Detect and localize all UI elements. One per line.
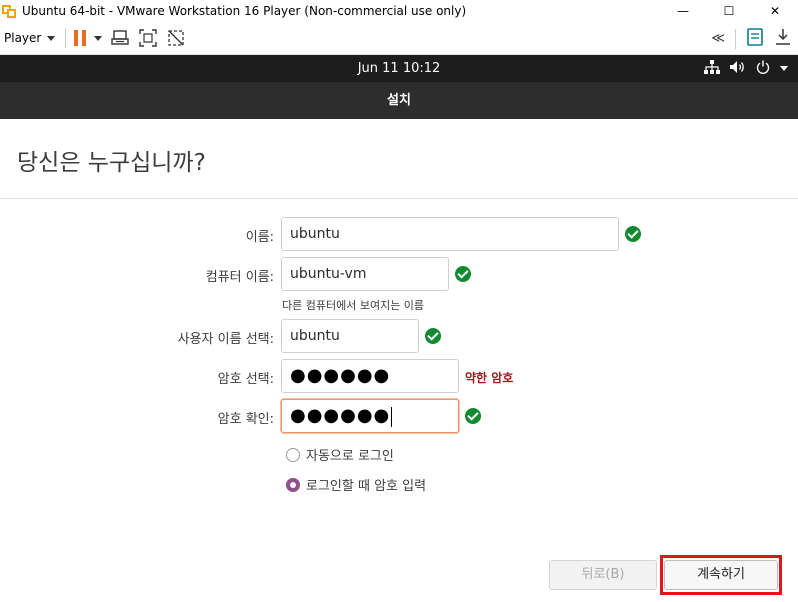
confirm-password-label: 암호 확인: [217,412,274,427]
unity-icon[interactable] [166,28,186,48]
password-label: 암호 선택: [217,372,274,387]
vmware-app-icon [2,3,18,19]
require-password-label: 로그인할 때 암호 입력 [306,479,427,494]
confirm-password-input[interactable]: ●●●●●● [281,399,459,433]
player-menu-label: Player [4,31,42,45]
password-input[interactable]: ●●●●●● [281,359,459,393]
text-cursor [391,407,393,427]
clock[interactable]: Jun 11 10:12 [0,55,798,82]
vmware-toolbar: Player ≪ [0,22,798,55]
computer-name-hint: 다른 컴퓨터에서 보여지는 이름 [282,299,425,312]
back-button[interactable]: 뒤로(B) [549,560,657,590]
ubuntu-top-panel: Jun 11 10:12 [0,55,798,82]
name-label: 이름: [245,230,274,245]
chevron-down-icon [47,35,56,41]
page-title: 당신은 누구십니까? [17,150,206,176]
continue-highlight-box [660,555,782,595]
confirm-password-dots: ●●●●●● [290,405,391,426]
message-log-icon[interactable] [746,27,764,50]
autologin-label: 자동으로 로그인 [306,449,394,464]
confirm-valid-check-icon [465,408,481,424]
chevron-down-icon[interactable] [780,66,788,71]
autologin-radio-row[interactable]: 자동으로 로그인 [286,445,394,464]
username-label: 사용자 이름 선택: [177,332,274,347]
divider [0,198,798,199]
collapse-icon[interactable]: ≪ [711,31,725,46]
close-button[interactable]: ✕ [752,0,798,22]
computer-name-valid-check-icon [455,266,471,282]
maximize-button[interactable]: ☐ [706,0,752,22]
volume-icon[interactable] [730,59,746,78]
password-dots: ●●●●●● [290,365,391,386]
minimize-button[interactable]: — [660,0,706,22]
window-titlebar: Ubuntu 64-bit - VMware Workstation 16 Pl… [0,0,798,22]
pause-icon[interactable] [74,30,87,46]
player-menu[interactable]: Player [4,31,56,45]
require-password-radio[interactable] [286,477,300,492]
username-input[interactable]: ubuntu [281,319,419,353]
download-icon[interactable] [774,28,792,50]
username-valid-check-icon [425,328,441,344]
autologin-radio[interactable] [286,447,300,462]
installer-header: 설치 [0,82,798,119]
network-icon[interactable] [704,59,720,78]
window-title: Ubuntu 64-bit - VMware Workstation 16 Pl… [22,4,467,18]
toolbar-divider-right [735,28,736,49]
toolbar-divider [65,28,67,48]
password-strength: 약한 암호 [465,371,514,385]
name-input[interactable]: ubuntu [281,217,619,251]
computer-name-label: 컴퓨터 이름: [205,270,274,285]
system-tray[interactable] [704,55,788,82]
fullscreen-icon[interactable] [138,28,158,48]
pause-dropdown-icon[interactable] [94,35,103,41]
power-icon[interactable] [756,59,770,78]
send-ctrl-alt-del-icon[interactable] [110,28,130,48]
name-valid-check-icon [625,226,641,242]
require-password-radio-row[interactable]: 로그인할 때 암호 입력 [286,475,426,494]
computer-name-input[interactable]: ubuntu-vm [281,257,449,291]
